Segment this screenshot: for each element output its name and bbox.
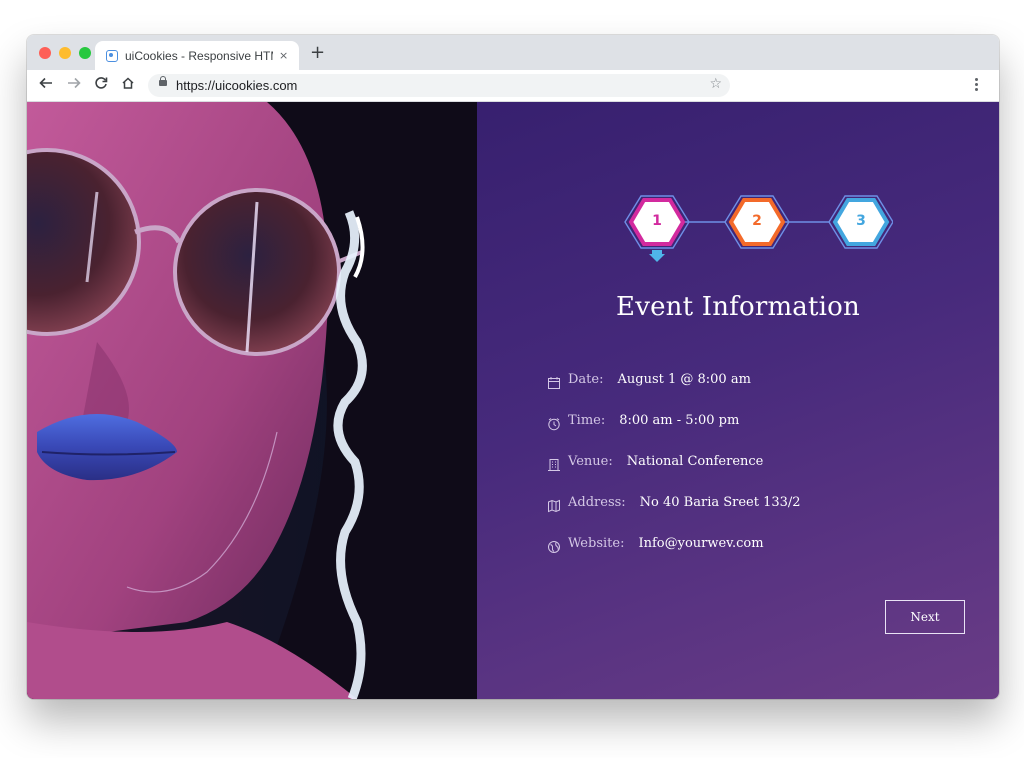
date-row: Date: August 1 @ 8:00 am xyxy=(547,372,801,413)
next-button[interactable]: Next xyxy=(885,600,965,634)
tab-close-icon[interactable]: × xyxy=(279,49,288,62)
venue-value: National Conference xyxy=(626,454,764,469)
tab-title: uiCookies - Responsive HTML xyxy=(125,48,273,63)
tab-strip: uiCookies - Responsive HTML × + xyxy=(27,35,999,70)
window-controls xyxy=(39,47,91,59)
globe-icon xyxy=(547,539,561,553)
step-1-hexagon[interactable] xyxy=(624,195,690,262)
address-bar[interactable]: https://uicookies.com ☆ xyxy=(148,74,730,97)
lock-icon xyxy=(159,76,167,86)
address-row: Address: No 40 Baria Sreet 133/2 xyxy=(547,495,801,536)
zoom-window-button[interactable] xyxy=(79,47,91,59)
venue-row: Venue: National Conference xyxy=(547,454,801,495)
close-window-button[interactable] xyxy=(39,47,51,59)
browser-tab[interactable]: uiCookies - Responsive HTML × xyxy=(95,41,299,70)
website-value[interactable]: Info@yourwev.com xyxy=(638,536,763,551)
website-row: Website: Info@yourwev.com xyxy=(547,536,801,577)
kebab-menu-icon[interactable] xyxy=(975,78,978,91)
url-text: https://uicookies.com xyxy=(176,78,298,93)
time-row: Time: 8:00 am - 5:00 pm xyxy=(547,413,801,454)
step-1-label: 1 xyxy=(652,213,662,229)
portrait-photo xyxy=(27,102,477,699)
time-value: 8:00 am - 5:00 pm xyxy=(619,413,740,428)
back-icon[interactable] xyxy=(39,76,53,95)
star-icon[interactable]: ☆ xyxy=(709,76,722,92)
date-label: Date: xyxy=(568,372,604,387)
map-icon xyxy=(547,498,561,513)
time-label: Time: xyxy=(568,413,606,428)
home-icon[interactable] xyxy=(121,76,135,95)
address-label: Address: xyxy=(568,495,626,510)
browser-window: uiCookies - Responsive HTML × + https://… xyxy=(27,35,999,699)
calendar-icon xyxy=(547,375,561,389)
minimize-window-button[interactable] xyxy=(59,47,71,59)
new-tab-button[interactable]: + xyxy=(310,44,325,62)
browser-toolbar: https://uicookies.com ☆ xyxy=(27,70,999,102)
clock-icon xyxy=(547,416,561,431)
forward-icon[interactable] xyxy=(67,76,81,95)
event-panel: 1 2 3 Event Information Date: August 1 @… xyxy=(477,102,999,699)
reload-icon[interactable] xyxy=(94,76,108,95)
favicon-icon xyxy=(106,49,118,62)
event-details: Date: August 1 @ 8:00 am Time: 8:00 am -… xyxy=(547,372,801,577)
page-content: 1 2 3 Event Information Date: August 1 @… xyxy=(27,102,999,699)
step-2-label: 2 xyxy=(752,213,762,229)
page-title: Event Information xyxy=(616,292,860,322)
building-icon xyxy=(547,457,561,471)
website-label: Website: xyxy=(568,536,625,551)
step-3-label: 3 xyxy=(856,213,866,229)
venue-label: Venue: xyxy=(568,454,613,469)
step-indicator: 1 2 3 xyxy=(623,194,893,274)
date-value: August 1 @ 8:00 am xyxy=(617,372,751,387)
address-value: No 40 Baria Sreet 133/2 xyxy=(639,495,801,510)
